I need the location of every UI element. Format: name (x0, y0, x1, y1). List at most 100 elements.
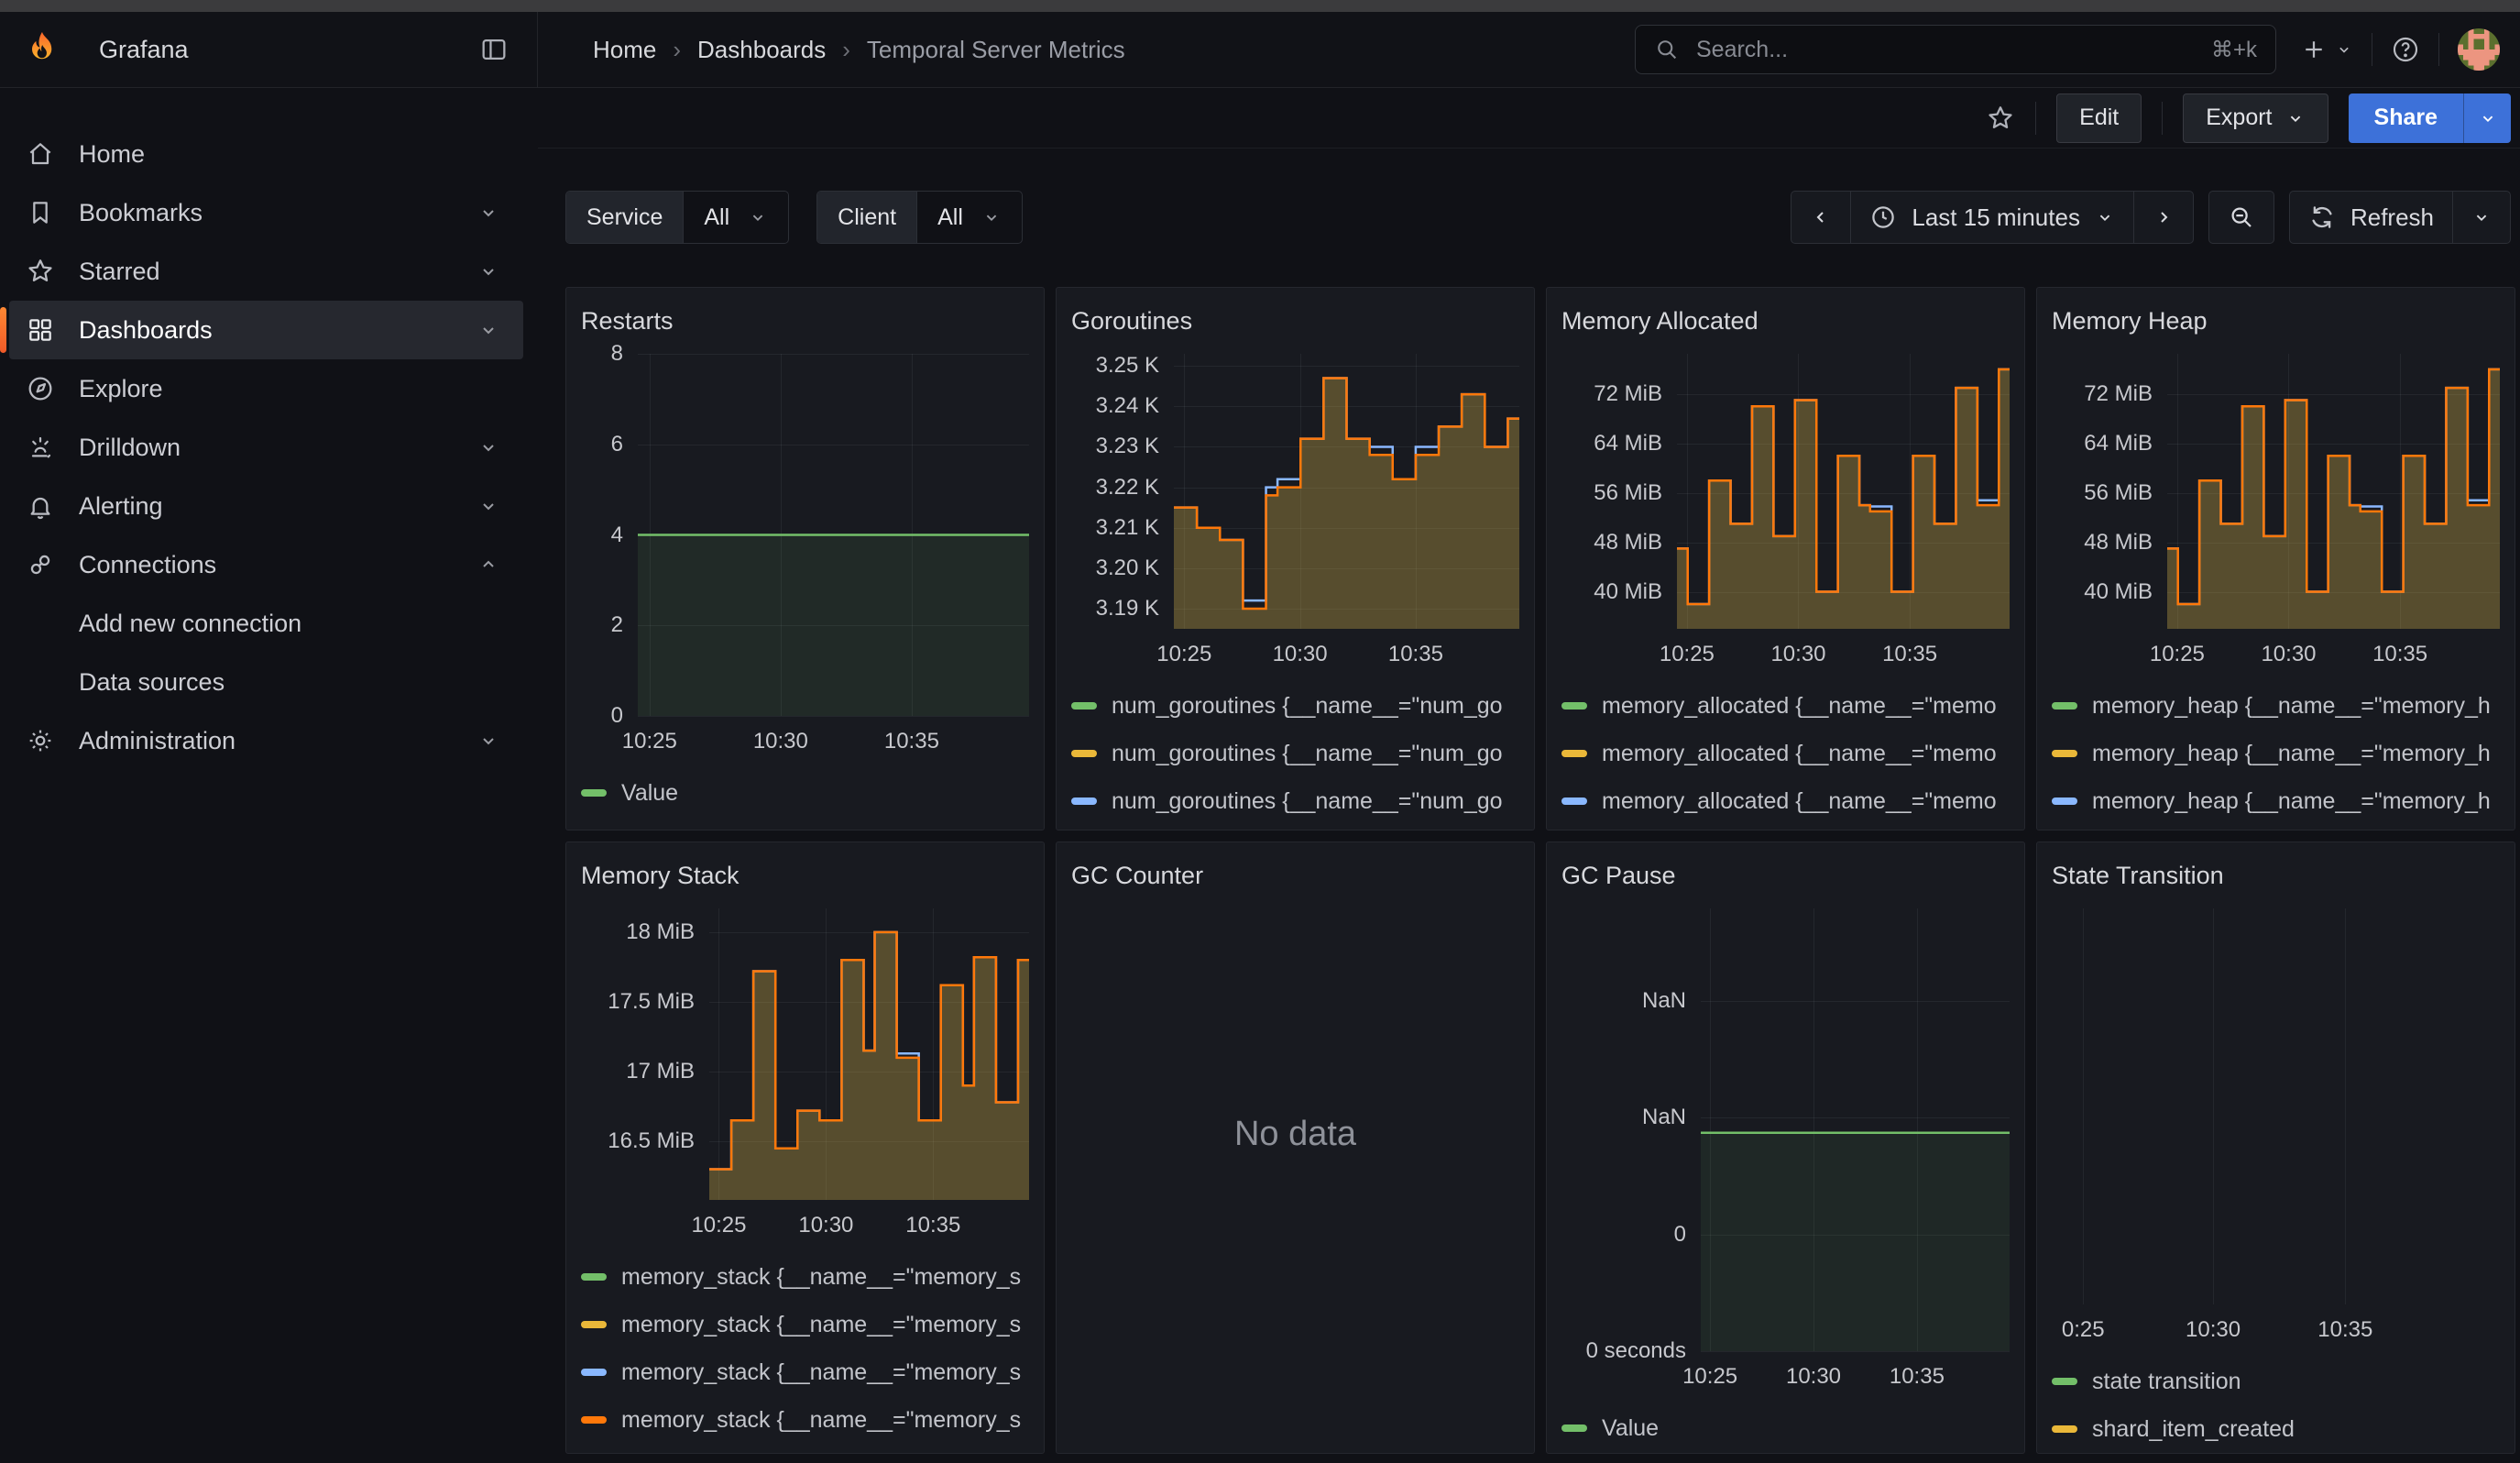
panel-title[interactable]: Goroutines (1071, 307, 1192, 336)
help-button[interactable] (2391, 35, 2420, 64)
edit-button[interactable]: Edit (2056, 94, 2142, 143)
chart-memory-stack[interactable]: 18 MiB17.5 MiB17 MiB16.5 MiB10:2510:3010… (581, 908, 1029, 1444)
legend-label: memory_allocated {__name__="memo (1602, 788, 1997, 815)
share-button[interactable]: Share (2349, 94, 2463, 143)
plot-area[interactable] (2167, 354, 2500, 629)
sidebar-item-bookmarks[interactable]: Bookmarks (9, 183, 523, 242)
legend-item[interactable]: memory_allocated {__name__="memo (1561, 777, 2010, 825)
sidebar-item-data-sources[interactable]: Data sources (9, 653, 523, 711)
legend-item[interactable]: num_goroutines {__name__="num_go (1071, 825, 1519, 830)
panel-title[interactable]: Restarts (581, 307, 674, 336)
chart-memory-heap[interactable]: 72 MiB64 MiB56 MiB48 MiB40 MiB10:2510:30… (2052, 354, 2500, 830)
gridline (2083, 908, 2084, 1304)
legend-item[interactable]: Value (1561, 1404, 2010, 1452)
chevron-down-icon[interactable] (477, 495, 499, 517)
legend-item[interactable]: memory_heap {__name__="memory_h (2052, 777, 2500, 825)
sidebar-item-starred[interactable]: Starred (9, 242, 523, 301)
panel-title[interactable]: Memory Heap (2052, 307, 2208, 336)
legend-item[interactable]: memory_heap {__name__="memory_h (2052, 682, 2500, 730)
divider (2162, 102, 2163, 135)
sidebar-item-add-new-connection[interactable]: Add new connection (9, 594, 523, 653)
breadcrumb-home[interactable]: Home (593, 36, 656, 64)
sidebar-item-connections[interactable]: Connections (9, 535, 523, 594)
legend-item[interactable]: shard_item_created (2052, 1405, 2500, 1453)
panel-toggle-icon[interactable] (478, 34, 509, 65)
sidebar-item-home[interactable]: Home (9, 125, 523, 183)
add-button[interactable] (2300, 36, 2353, 63)
legend-item[interactable]: num_goroutines {__name__="num_go (1071, 777, 1519, 825)
chevron-down-icon[interactable] (477, 260, 499, 282)
share-menu-caret[interactable] (2463, 94, 2511, 143)
filter-service[interactable]: ServiceAll (565, 191, 789, 244)
chart-goroutines[interactable]: 3.25 K3.24 K3.23 K3.22 K3.21 K3.20 K3.19… (1071, 354, 1519, 830)
legend-item[interactable]: num_goroutines {__name__="num_go (1071, 682, 1519, 730)
filter-client[interactable]: ClientAll (816, 191, 1023, 244)
chart-restarts[interactable]: 8642010:2510:3010:35Value (581, 354, 1029, 817)
filter-value[interactable]: All (916, 192, 1022, 243)
sidebar-item-dashboards[interactable]: Dashboards (9, 301, 523, 359)
legend-item[interactable]: memory_stack {__name__="memory_s (581, 1348, 1029, 1396)
legend-item[interactable]: Value (581, 769, 1029, 817)
legend-item[interactable]: memory_heap {__name__="memory_h (2052, 825, 2500, 830)
time-range-picker[interactable]: Last 15 minutes (1850, 192, 2133, 243)
legend-item[interactable]: memory_allocated {__name__="memo (1561, 682, 2010, 730)
x-tick-label: 10:30 (1770, 642, 1825, 667)
legend-item[interactable]: num_goroutines {__name__="num_go (1071, 730, 1519, 777)
sidebar-item-administration[interactable]: Administration (9, 711, 523, 770)
plot-area[interactable] (1701, 908, 2010, 1351)
sidebar-item-alerting[interactable]: Alerting (9, 477, 523, 535)
export-button[interactable]: Export (2183, 94, 2328, 143)
chevron-down-icon (981, 207, 1002, 227)
legend-item[interactable]: memory_stack {__name__="memory_s (581, 1253, 1029, 1301)
panel-title[interactable]: Memory Stack (581, 862, 740, 890)
legend-item[interactable]: memory_heap {__name__="memory_h (2052, 730, 2500, 777)
favorite-star-icon[interactable] (1986, 104, 2015, 133)
legend: Value (581, 769, 1029, 817)
chevron-down-icon[interactable] (477, 436, 499, 458)
refresh-interval-caret[interactable] (2452, 192, 2510, 243)
user-avatar[interactable] (2458, 28, 2500, 71)
legend: state transitionshard_item_created (2052, 1358, 2500, 1453)
breadcrumb-dashboards[interactable]: Dashboards (697, 36, 826, 64)
plot-area[interactable] (1174, 354, 1519, 629)
plot-area[interactable] (709, 908, 1029, 1200)
drilldown-icon (26, 433, 55, 462)
refresh-label: Refresh (2350, 204, 2434, 232)
chart-gc-counter[interactable]: No data (1071, 896, 1519, 1372)
refresh-button[interactable]: Refresh (2290, 192, 2452, 243)
zoom-out-button[interactable] (2209, 192, 2273, 243)
chevron-down-icon[interactable] (477, 319, 499, 341)
breadcrumb: Home › Dashboards › Temporal Server Metr… (538, 36, 1125, 64)
panel-title[interactable]: Memory Allocated (1561, 307, 1759, 336)
panel-title[interactable]: GC Pause (1561, 862, 1676, 890)
legend-item[interactable]: memory_allocated {__name__="memo (1561, 730, 2010, 777)
plot-area[interactable] (638, 354, 1029, 716)
chevron-down-icon[interactable] (477, 202, 499, 224)
chart-state-transition[interactable]: 0:2510:3010:35state transitionshard_item… (2052, 908, 2500, 1453)
filter-value[interactable]: All (683, 192, 788, 243)
plot-area[interactable] (2052, 908, 2500, 1304)
plot-area[interactable] (1677, 354, 2010, 629)
chevron-down-icon (2471, 207, 2492, 227)
search-input-wrap[interactable]: ⌘+k (1635, 25, 2276, 74)
legend-item[interactable]: state transition (2052, 1358, 2500, 1405)
legend-item[interactable]: memory_allocated {__name__="memo (1561, 825, 2010, 830)
sidebar-item-explore[interactable]: Explore (9, 359, 523, 418)
y-tick-label: 48 MiB (1594, 530, 1662, 556)
panel-title[interactable]: GC Counter (1071, 862, 1203, 890)
legend-item[interactable]: memory_stack {__name__="memory_s (581, 1396, 1029, 1444)
time-back-button[interactable] (1791, 192, 1850, 243)
search-input[interactable] (1694, 36, 2197, 64)
chevron-down-icon[interactable] (477, 730, 499, 752)
panel-title[interactable]: State Transition (2052, 862, 2224, 890)
grafana-logo-icon[interactable] (22, 29, 62, 70)
sidebar-item-drilldown[interactable]: Drilldown (9, 418, 523, 477)
panel-grid: Restarts 8642010:2510:3010:35Value Gorou… (565, 287, 2520, 1454)
chevron-up-icon[interactable] (477, 554, 499, 576)
time-forward-button[interactable] (2133, 192, 2193, 243)
y-tick-label: 0 (1674, 1222, 1686, 1248)
chart-gc-pause[interactable]: NaNNaN00 seconds10:2510:3010:35Value (1561, 908, 2010, 1452)
chart-memory-allocated[interactable]: 72 MiB64 MiB56 MiB48 MiB40 MiB10:2510:30… (1561, 354, 2010, 830)
sidebar-item-label: Bookmarks (79, 199, 477, 227)
legend-item[interactable]: memory_stack {__name__="memory_s (581, 1301, 1029, 1348)
